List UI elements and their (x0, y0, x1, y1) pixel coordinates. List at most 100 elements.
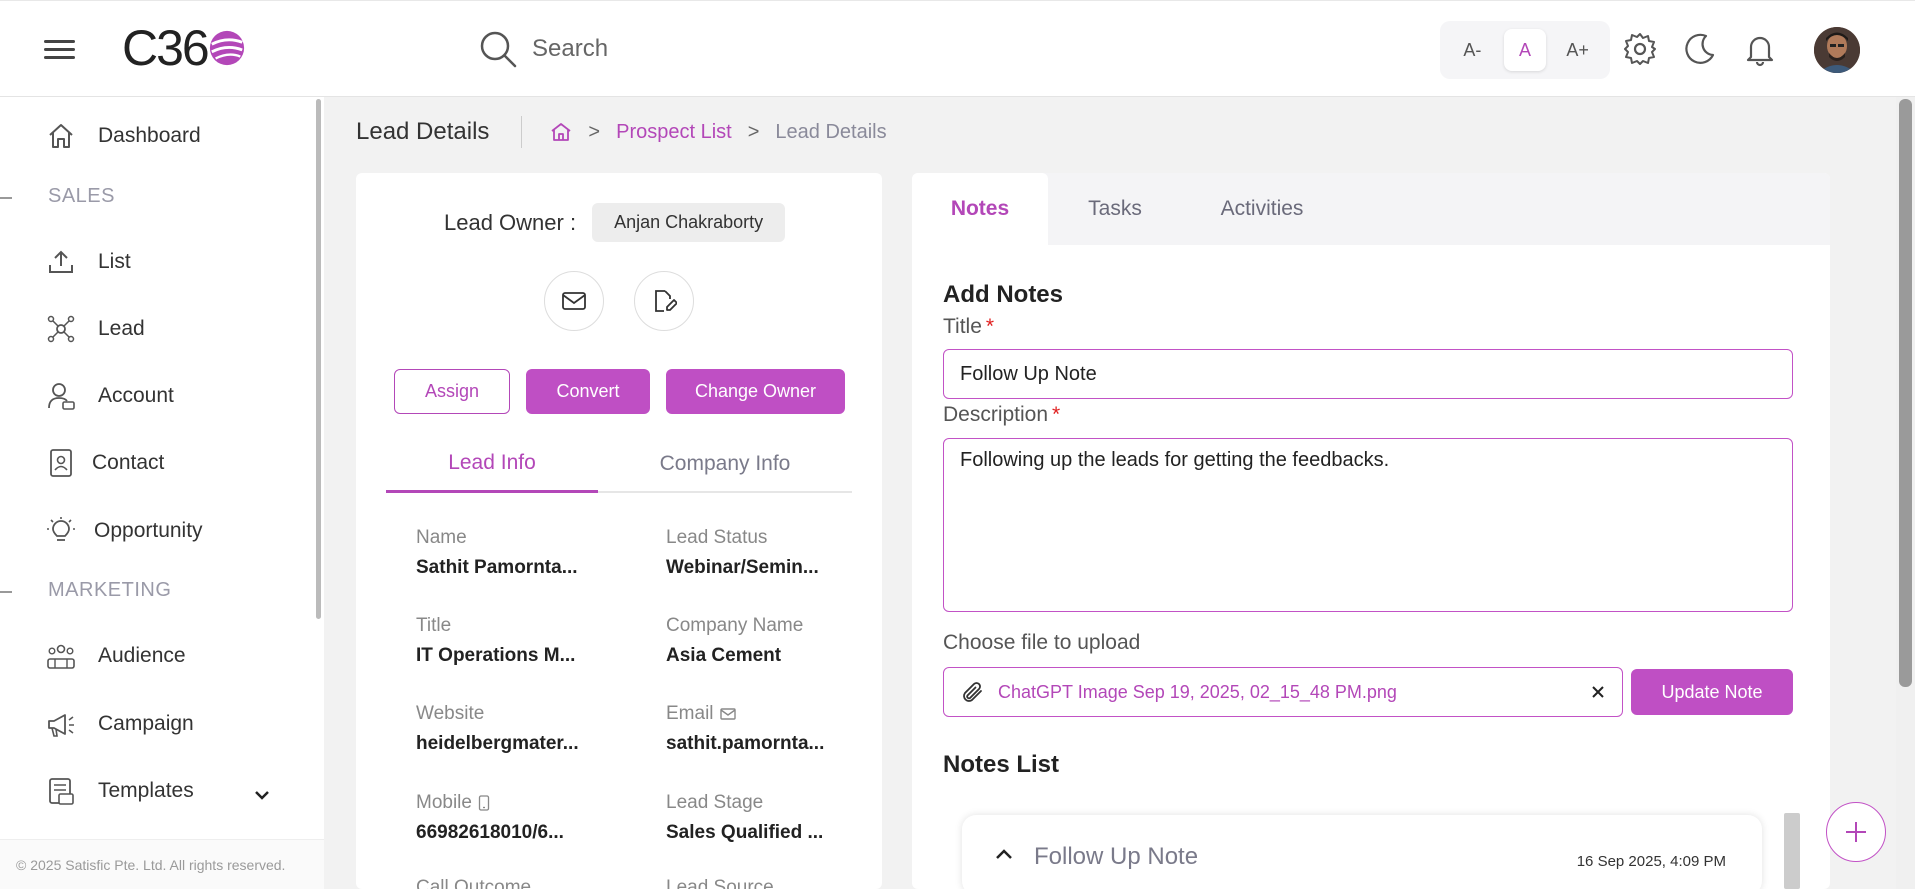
font-size-controls: A- A A+ (1440, 21, 1610, 79)
font-decrease-button[interactable]: A- (1451, 29, 1493, 71)
user-avatar[interactable] (1814, 27, 1860, 73)
search-icon[interactable] (478, 29, 518, 69)
phone-icon[interactable] (478, 795, 490, 811)
network-icon (47, 315, 75, 343)
field-label-row: Email (666, 703, 836, 725)
sidebar-item-label: Lead (98, 317, 145, 340)
lightbulb-icon (47, 517, 75, 541)
description-label-text: Description (943, 403, 1049, 426)
edit-document-icon (655, 290, 677, 312)
convert-button[interactable]: Convert (526, 369, 650, 414)
notes-tab-strip: Notes Tasks Activities (912, 173, 1830, 245)
field-title: Title IT Operations M... (416, 615, 586, 667)
lead-owner-row: Lead Owner : Anjan Chakraborty (444, 203, 786, 242)
field-label: Website (416, 703, 485, 724)
page-scrollbar-thumb[interactable] (1899, 99, 1912, 687)
upload-label: Choose file to upload (943, 631, 1141, 654)
top-header: C36 A- A A+ (0, 0, 1915, 97)
font-increase-button[interactable]: A+ (1557, 29, 1599, 71)
notes-list-scrollbar[interactable] (1784, 813, 1800, 889)
field-label: Company Name (666, 615, 804, 636)
description-label: Description * (943, 403, 1060, 427)
sidebar-item-lead[interactable]: Lead (46, 309, 145, 349)
field-label: Title (416, 615, 452, 636)
notification-bell-icon[interactable] (1742, 31, 1778, 67)
edit-button[interactable] (634, 271, 694, 331)
field-label: Name (416, 527, 467, 548)
note-item[interactable]: Follow Up Note 16 Sep 2025, 4:09 PM (962, 815, 1762, 889)
field-label: Mobile (416, 792, 472, 813)
field-call-outcome: Call Outcome (416, 877, 586, 889)
field-value: sathit.pamornta... (666, 733, 825, 754)
section-divider (0, 197, 12, 199)
breadcrumb-divider (521, 116, 523, 148)
user-account-icon (48, 383, 75, 410)
assign-button[interactable]: Assign (394, 369, 510, 414)
sidebar-scrollbar[interactable] (316, 99, 321, 619)
menu-icon[interactable] (44, 35, 76, 65)
field-value: IT Operations M... (416, 645, 576, 666)
notes-panel: Notes Tasks Activities Add Notes Title * … (912, 173, 1830, 889)
change-owner-button[interactable]: Change Owner (666, 369, 845, 414)
search-bar (478, 29, 832, 69)
copyright-footer: © 2025 Satisfic Pte. Ltd. All rights res… (0, 839, 324, 889)
field-lead-source: Lead Source (666, 877, 836, 889)
tab-tasks[interactable]: Tasks (1048, 173, 1182, 245)
lead-owner-label: Lead Owner : (444, 209, 577, 235)
add-fab-button[interactable] (1826, 802, 1886, 862)
required-marker: * (1052, 403, 1061, 426)
note-description-textarea[interactable]: Following up the leads for getting the f… (943, 438, 1793, 612)
search-input[interactable] (532, 35, 832, 63)
tab-notes[interactable]: Notes (912, 173, 1048, 245)
sidebar-item-contact[interactable]: Contact (46, 443, 164, 483)
chevron-down-icon[interactable] (252, 785, 272, 805)
field-company-name: Company Name Asia Cement (666, 615, 836, 667)
tab-lead-info[interactable]: Lead Info (386, 435, 598, 493)
email-button[interactable] (544, 271, 604, 331)
field-lead-status: Lead Status Webinar/Semin... (666, 527, 836, 579)
lead-summary-card: Lead Owner : Anjan Chakraborty Assign Co… (356, 173, 882, 889)
font-default-button[interactable]: A (1503, 29, 1546, 71)
home-icon[interactable] (550, 121, 572, 143)
update-note-button[interactable]: Update Note (1631, 669, 1793, 715)
upload-icon (49, 250, 73, 273)
lead-owner-chip: Anjan Chakraborty (592, 203, 786, 242)
sidebar-item-list[interactable]: List (46, 242, 131, 282)
sidebar-item-audience[interactable]: Audience (46, 636, 186, 676)
logo-globe-icon (209, 30, 244, 66)
sidebar-item-account[interactable]: Account (46, 376, 174, 416)
app-logo[interactable]: C36 (122, 23, 246, 73)
breadcrumb-prospect-list[interactable]: Prospect List (616, 121, 732, 144)
sidebar-item-label: Dashboard (98, 124, 201, 147)
dark-mode-moon-icon[interactable] (1682, 31, 1718, 67)
tab-company-info[interactable]: Company Info (598, 435, 852, 493)
close-icon[interactable] (1590, 684, 1606, 700)
chevron-right-icon: > (747, 120, 760, 143)
title-label-text: Title (943, 315, 982, 338)
note-title-input[interactable]: Follow Up Note (943, 349, 1793, 399)
page-scrollbar[interactable] (1896, 97, 1915, 889)
section-sales: SALES (48, 185, 115, 207)
section-divider (0, 591, 12, 593)
file-upload-field[interactable]: ChatGPT Image Sep 19, 2025, 02_15_48 PM.… (943, 667, 1623, 717)
tab-activities[interactable]: Activities (1182, 173, 1342, 245)
gear-icon[interactable] (1622, 31, 1658, 67)
sidebar-item-label: Campaign (98, 712, 194, 735)
sidebar-item-templates[interactable]: Templates (46, 771, 194, 811)
field-label: Lead Status (666, 527, 768, 548)
sidebar-item-dashboard[interactable]: Dashboard (46, 116, 201, 156)
field-name: Name Sathit Pamornta... (416, 527, 586, 579)
field-value: Sathit Pamornta... (416, 557, 578, 578)
field-label: Lead Stage (666, 792, 764, 813)
required-marker: * (985, 315, 995, 338)
sidebar-item-campaign[interactable]: Campaign (46, 704, 194, 744)
field-email: Email sathit.pamornta... (666, 703, 836, 755)
section-marketing: MARKETING (48, 579, 172, 601)
chevron-up-icon[interactable] (994, 847, 1014, 861)
field-label: Lead Source (666, 877, 774, 889)
field-value: Sales Qualified ... (666, 822, 824, 843)
mail-icon[interactable] (719, 707, 736, 721)
add-notes-heading: Add Notes (943, 281, 1063, 308)
field-value: Asia Cement (666, 645, 782, 666)
sidebar-item-opportunity[interactable]: Opportunity (46, 511, 203, 551)
